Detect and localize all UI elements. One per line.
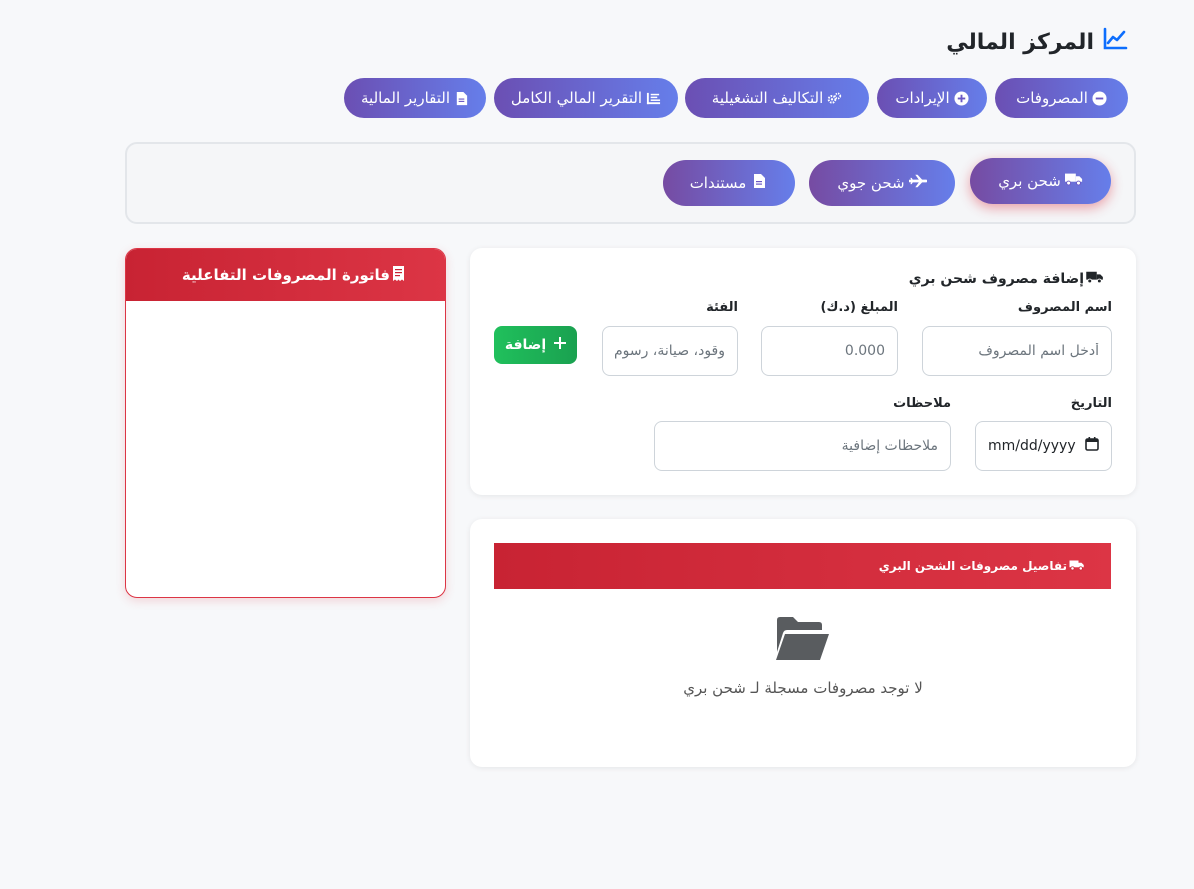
gears-icon (827, 91, 842, 106)
nav-label: التقارير المالية (361, 89, 451, 107)
chart-line-icon (1102, 26, 1128, 58)
amount-input[interactable] (761, 326, 898, 376)
subtab-land-shipping[interactable]: شحن بري (970, 158, 1111, 204)
category-label: الفئة (706, 300, 738, 315)
category-input[interactable] (602, 326, 738, 376)
invoice-title: فاتورة المصروفات التفاعلية (181, 266, 390, 284)
list-report-icon (646, 91, 661, 106)
invoice-panel: فاتورة المصروفات التفاعلية (125, 248, 446, 598)
nav-full-report[interactable]: التقرير المالي الكامل (494, 78, 678, 118)
details-header: تفاصيل مصروفات الشحن البري (494, 543, 1111, 589)
expense-name-input[interactable] (922, 326, 1112, 376)
nav-label: الإيرادات (895, 89, 950, 107)
nav-label: المصروفات (1016, 89, 1088, 107)
form-title: إضافة مصروف شحن بري (909, 270, 1104, 288)
receipt-icon (392, 265, 405, 285)
form-title-text: إضافة مصروف شحن بري (908, 271, 1084, 287)
subtab-label: مستندات (689, 174, 747, 192)
details-title: تفاصيل مصروفات الشحن البري (878, 559, 1067, 573)
truck-icon (1069, 559, 1085, 574)
subtab-air-shipping[interactable]: شحن جوي (809, 160, 955, 206)
truck-icon (1064, 171, 1083, 191)
nav-expenses[interactable]: المصروفات (995, 78, 1128, 118)
nav-label: التكاليف التشغيلية (711, 89, 824, 107)
date-value: mm/dd/yyyy (988, 438, 1076, 454)
empty-state-text: لا توجد مصروفات مسجلة لـ شحن بري (683, 679, 923, 697)
plus-circle-icon (954, 90, 969, 106)
subtab-documents[interactable]: مستندات (663, 160, 795, 206)
nav-label: التقرير المالي الكامل (510, 89, 643, 107)
minus-circle-icon (1092, 90, 1107, 106)
invoice-header: فاتورة المصروفات التفاعلية (126, 249, 445, 301)
truck-icon (1086, 270, 1104, 288)
date-input[interactable]: mm/dd/yyyy (975, 421, 1112, 471)
notes-label: ملاحظات (893, 396, 951, 411)
add-expense-button[interactable]: إضافة (494, 326, 577, 364)
nav-financial-reports[interactable]: التقارير المالية (344, 78, 486, 118)
shipping-subtabs: شحن بري شحن جوي مستندات (125, 142, 1136, 224)
nav-operating-costs[interactable]: التكاليف التشغيلية (685, 78, 869, 118)
file-icon (750, 173, 768, 193)
nav-revenues[interactable]: الإيرادات (877, 78, 987, 118)
add-button-label: إضافة (504, 337, 547, 353)
folder-open-icon (775, 616, 831, 662)
plus-icon (554, 337, 567, 353)
add-expense-form: إضافة مصروف شحن بري اسم المصروف المبلغ (… (470, 248, 1136, 495)
amount-label: المبلغ (د.ك) (820, 300, 898, 315)
calendar-icon[interactable] (1085, 437, 1099, 455)
page-title: المركز المالي (946, 26, 1128, 58)
page-title-text: المركز المالي (946, 29, 1094, 55)
plane-icon (908, 173, 928, 193)
date-label: التاريخ (1070, 396, 1112, 411)
subtab-label: شحن بري (998, 172, 1061, 190)
notes-input[interactable] (654, 421, 951, 471)
expense-name-label: اسم المصروف (1017, 300, 1112, 315)
subtab-label: شحن جوي (837, 174, 905, 192)
expense-details-card: تفاصيل مصروفات الشحن البري لا توجد مصروف… (470, 519, 1136, 767)
file-icon (454, 91, 469, 106)
